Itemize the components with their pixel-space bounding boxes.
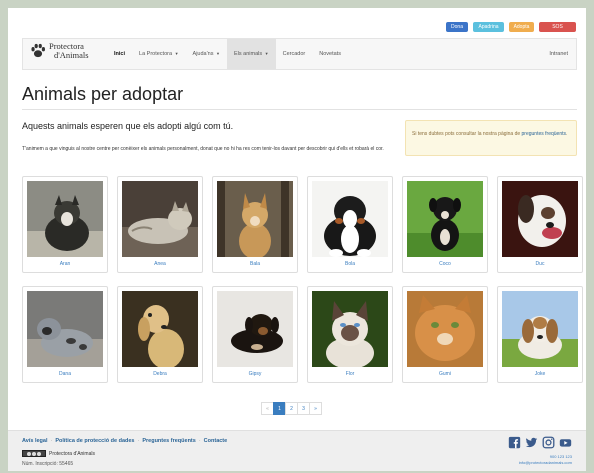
animal-card[interactable]: Joke	[497, 286, 583, 383]
faq-alert: Si tens dubtes pots consultar la nostra …	[405, 120, 577, 156]
registration-number: Núm. Inscripció: 55465	[22, 461, 74, 467]
separator: ·	[137, 438, 140, 444]
animal-card[interactable]: Aran	[22, 176, 108, 273]
footer-contact: 900 123 123 info@protectoradanimals.com	[519, 454, 572, 466]
animal-photo[interactable]	[217, 181, 293, 257]
nav-label: La Protectora	[139, 51, 173, 57]
site-footer: Avís legal · Política de protecció de da…	[8, 430, 586, 471]
intranet-link[interactable]: Intranet	[549, 39, 568, 69]
animal-photo[interactable]	[407, 181, 483, 257]
animal-name[interactable]: Joke	[498, 371, 582, 377]
animal-card[interactable]: Coco	[402, 176, 488, 273]
caret-down-icon: ▼	[174, 51, 179, 56]
footer-email[interactable]: info@protectoradanimals.com	[519, 460, 572, 466]
nav-item-els-animals[interactable]: Els animals ▼	[226, 39, 276, 69]
intro-text: T'animem a que vinguis al nostre centre …	[22, 146, 384, 152]
twitter-icon[interactable]	[525, 436, 538, 449]
nav-label: Ajuda'ns	[192, 51, 214, 57]
animal-name[interactable]: Duc	[498, 261, 582, 267]
animal-card[interactable]: Gipsy	[212, 286, 298, 383]
adopt-button[interactable]: Adopta	[509, 22, 534, 32]
animal-card[interactable]: Gumi	[402, 286, 488, 383]
nav-item-cercador[interactable]: Cercador	[276, 39, 313, 69]
animal-photo[interactable]	[312, 291, 388, 367]
title-divider	[22, 109, 577, 110]
animal-grid: Aran Anea Bala Bola Coco Duc Dana Debra …	[22, 176, 583, 383]
animal-card[interactable]: Bala	[212, 176, 298, 273]
animal-photo[interactable]	[502, 291, 578, 367]
separator: ·	[198, 438, 201, 444]
pagination-next[interactable]: »	[309, 402, 322, 415]
animal-photo[interactable]	[407, 291, 483, 367]
alert-end: .	[566, 131, 568, 137]
alert-text: Si tens dubtes pots consultar la nostra …	[412, 131, 521, 137]
animal-card[interactable]: Debra	[117, 286, 203, 383]
caret-down-icon: ▼	[216, 51, 220, 56]
license-row: Protectora d'Animals	[22, 450, 95, 457]
footer-links: Avís legal · Política de protecció de da…	[22, 438, 227, 444]
browser-frame: Dona Apadrina Adopta SOS Perduts Protect…	[8, 8, 586, 471]
nav-item-la-protectora[interactable]: La Protectora ▼	[132, 39, 186, 69]
youtube-icon[interactable]	[559, 436, 572, 449]
nav-item-ajudans[interactable]: Ajuda'ns ▼	[186, 39, 227, 69]
animal-name[interactable]: Aran	[23, 261, 107, 267]
sponsor-button[interactable]: Apadrina	[473, 22, 504, 32]
nav-item-inici[interactable]: Inici	[107, 39, 132, 69]
facebook-icon[interactable]	[508, 436, 521, 449]
logo-line-2: d'Animals	[54, 50, 89, 60]
animal-name[interactable]: Gipsy	[213, 371, 297, 377]
main-navbar: Protectora d'Animals Inici La Protectora…	[22, 38, 577, 70]
nav-label: Els animals	[233, 51, 263, 57]
animal-photo[interactable]	[217, 291, 293, 367]
animal-card[interactable]: Anea	[117, 176, 203, 273]
sos-lost-button[interactable]: SOS Perduts	[539, 22, 576, 40]
animal-name[interactable]: Bola	[308, 261, 392, 267]
paw-icon	[31, 43, 46, 58]
nav-item-novetats[interactable]: Novetats	[312, 39, 348, 69]
top-action-buttons: Dona Apadrina Adopta SOS Perduts	[446, 22, 576, 40]
animal-name[interactable]: Anea	[118, 261, 202, 267]
animal-photo[interactable]	[122, 291, 198, 367]
nav-label: Inici	[114, 51, 126, 57]
nav-label: Cercador	[282, 51, 306, 57]
animal-card[interactable]: Flor	[307, 286, 393, 383]
animal-photo[interactable]	[27, 181, 103, 257]
caret-down-icon: ▼	[264, 51, 269, 56]
page-title: Animals per adoptar	[22, 84, 184, 104]
social-links	[508, 436, 572, 449]
footer-link-faq[interactable]: Preguntes freqüents	[142, 438, 195, 444]
footer-link-contact[interactable]: Contacte	[204, 438, 228, 444]
page-subtitle: Aquests animals esperen que els adopti a…	[22, 121, 234, 131]
nav-label: Novetats	[319, 51, 341, 57]
animal-photo[interactable]	[312, 181, 388, 257]
instagram-icon[interactable]	[542, 436, 555, 449]
animal-card[interactable]: Bola	[307, 176, 393, 273]
animal-name[interactable]: Debra	[118, 371, 202, 377]
logo-text: Protectora d'Animals	[49, 42, 89, 60]
footer-link-privacy[interactable]: Política de protecció de dades	[55, 438, 134, 444]
animal-photo[interactable]	[122, 181, 198, 257]
animal-name[interactable]: Gumi	[403, 371, 487, 377]
animal-card[interactable]: Dana	[22, 286, 108, 383]
animal-name[interactable]: Bala	[213, 261, 297, 267]
faq-link[interactable]: preguntes freqüents	[522, 131, 566, 137]
footer-org-name: Protectora d'Animals	[49, 450, 95, 457]
separator: ·	[50, 438, 53, 444]
pagination: « 1 2 3 »	[261, 402, 322, 415]
footer-link-legal[interactable]: Avís legal	[22, 438, 47, 444]
animal-card[interactable]: Duc	[497, 176, 583, 273]
animal-photo[interactable]	[27, 291, 103, 367]
creative-commons-icon[interactable]	[22, 450, 46, 457]
site-logo[interactable]: Protectora d'Animals	[29, 42, 89, 60]
donate-button[interactable]: Dona	[446, 22, 468, 32]
animal-name[interactable]: Flor	[308, 371, 392, 377]
animal-photo[interactable]	[502, 181, 578, 257]
animal-name[interactable]: Dana	[23, 371, 107, 377]
nav-menu: Inici La Protectora ▼ Ajuda'ns ▼ Els ani…	[107, 39, 348, 69]
animal-name[interactable]: Coco	[403, 261, 487, 267]
